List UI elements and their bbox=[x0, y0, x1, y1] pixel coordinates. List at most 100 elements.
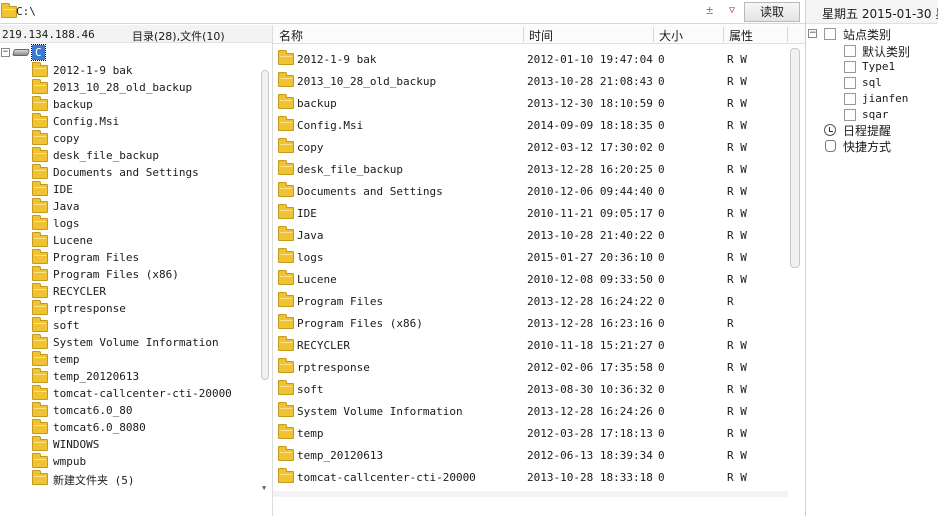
tree-item[interactable]: WINDOWS bbox=[32, 436, 262, 453]
read-button[interactable]: 读取 bbox=[744, 2, 800, 22]
table-row[interactable]: backup 2013-12-30 18:10:59 0 R W bbox=[273, 91, 788, 113]
table-row[interactable]: Lucene 2010-12-08 09:33:50 0 R W bbox=[273, 267, 788, 289]
file-name: soft bbox=[297, 383, 324, 396]
file-time: 2013-12-28 16:24:26 bbox=[527, 405, 653, 418]
site-item-type1[interactable]: Type1 bbox=[862, 60, 895, 73]
folder-icon bbox=[32, 385, 48, 400]
tree-item[interactable]: System Volume Information bbox=[32, 334, 262, 351]
table-row[interactable]: rptresponse 2012-02-06 17:35:58 0 R W bbox=[273, 355, 788, 377]
site-item-sql[interactable]: sql bbox=[862, 76, 882, 89]
table-row[interactable]: soft 2013-08-30 10:36:32 0 R W bbox=[273, 377, 788, 399]
table-row[interactable]: Documents and Settings 2010-12-06 09:44:4… bbox=[273, 179, 788, 201]
tree-item[interactable]: Lucene bbox=[32, 232, 262, 249]
file-name: IDE bbox=[297, 207, 317, 220]
collapse-icon[interactable]: − bbox=[808, 29, 817, 38]
tree-item[interactable]: Program Files bbox=[32, 249, 262, 266]
column-separator[interactable] bbox=[653, 27, 654, 42]
column-header-size[interactable]: 大小 bbox=[659, 27, 683, 44]
file-size: 0 bbox=[658, 229, 665, 242]
site-item-sqar[interactable]: sqar bbox=[862, 108, 889, 121]
table-row[interactable]: desk_file_backup 2013-12-28 16:20:25 0 R W bbox=[273, 157, 788, 179]
tree-item[interactable]: Program Files (x86) bbox=[32, 266, 262, 283]
tree-item[interactable]: 新建文件夹 (5) bbox=[32, 470, 262, 487]
file-time: 2013-12-28 16:23:16 bbox=[527, 317, 653, 330]
tree-item[interactable]: backup bbox=[32, 96, 262, 113]
folder-icon bbox=[278, 226, 294, 241]
site-icon bbox=[844, 77, 856, 89]
column-separator[interactable] bbox=[523, 27, 524, 42]
site-tree: − 站点类别 默认类别 Type1 sql jianfen sqar 日程提醒 … bbox=[806, 25, 938, 516]
tree-item[interactable]: 2013_10_28_old_backup bbox=[32, 79, 262, 96]
column-header-time[interactable]: 时间 bbox=[529, 27, 553, 44]
file-list-scrollbar-thumb[interactable] bbox=[790, 48, 800, 268]
table-row[interactable]: copy 2012-03-12 17:30:02 0 R W bbox=[273, 135, 788, 157]
scroll-down-icon[interactable]: ▼ bbox=[262, 484, 266, 492]
tree-item-label: backup bbox=[53, 98, 93, 111]
tree-item[interactable]: Java bbox=[32, 198, 262, 215]
file-name: backup bbox=[297, 97, 337, 110]
file-time: 2013-08-30 10:36:32 bbox=[527, 383, 653, 396]
table-row[interactable]: RECYCLER 2010-11-18 15:21:27 0 R W bbox=[273, 333, 788, 355]
site-icon bbox=[844, 61, 856, 73]
site-item-default[interactable]: 默认类别 bbox=[862, 43, 910, 60]
tree-item[interactable]: RECYCLER bbox=[32, 283, 262, 300]
shortcut-item[interactable]: 快捷方式 bbox=[843, 138, 891, 155]
file-time: 2013-10-28 21:40:22 bbox=[527, 229, 653, 242]
tree-item[interactable]: logs bbox=[32, 215, 262, 232]
tree-item[interactable]: 2012-1-9 bak bbox=[32, 62, 262, 79]
tree-item-label: copy bbox=[53, 132, 80, 145]
collapse-icon[interactable]: − bbox=[1, 48, 10, 57]
table-row[interactable]: Program Files 2013-12-28 16:24:22 0 R bbox=[273, 289, 788, 311]
site-item-jianfen[interactable]: jianfen bbox=[862, 92, 908, 105]
tree-item[interactable]: rptresponse bbox=[32, 300, 262, 317]
table-row[interactable]: logs 2015-01-27 20:36:10 0 R W bbox=[273, 245, 788, 267]
tree-item[interactable]: temp_20120613 bbox=[32, 368, 262, 385]
table-row[interactable]: 2013_10_28_old_backup 2013-10-28 21:08:43… bbox=[273, 69, 788, 91]
tree-item[interactable]: Config.Msi bbox=[32, 113, 262, 130]
table-row[interactable]: IDE 2010-11-21 09:05:17 0 R W bbox=[273, 201, 788, 223]
file-attr: R W bbox=[727, 119, 747, 132]
column-separator[interactable] bbox=[723, 27, 724, 42]
site-category-label[interactable]: 站点类别 bbox=[843, 26, 891, 43]
folder-icon bbox=[32, 215, 48, 230]
date-display: 星期五 2015-01-30 星 bbox=[822, 7, 938, 21]
tree-item[interactable]: wmpub bbox=[32, 453, 262, 470]
left-scrollbar-thumb[interactable] bbox=[261, 70, 269, 380]
column-header-attr[interactable]: 属性 bbox=[729, 27, 753, 44]
horizontal-scrollbar[interactable] bbox=[273, 491, 788, 497]
table-row[interactable]: temp 2012-03-28 17:18:13 0 R W bbox=[273, 421, 788, 443]
tree-root-drive[interactable]: − C bbox=[0, 44, 272, 61]
tree-item[interactable]: tomcat-callcenter-cti-20000 bbox=[32, 385, 262, 402]
folder-icon bbox=[32, 249, 48, 264]
tree-item[interactable]: desk_file_backup bbox=[32, 147, 262, 164]
table-row[interactable]: System Volume Information 2013-12-28 16:2… bbox=[273, 399, 788, 421]
table-row[interactable]: Config.Msi 2014-09-09 18:18:35 0 R W bbox=[273, 113, 788, 135]
tree-item[interactable]: IDE bbox=[32, 181, 262, 198]
tree-item[interactable]: temp bbox=[32, 351, 262, 368]
table-row[interactable]: 2012-1-9 bak 2012-01-10 19:47:04 0 R W bbox=[273, 47, 788, 69]
tree-item[interactable]: tomcat6.0_80 bbox=[32, 402, 262, 419]
tree-item-label: soft bbox=[53, 319, 80, 332]
table-row[interactable]: temp_20120613 2012-06-13 18:39:34 0 R W bbox=[273, 443, 788, 465]
folder-icon bbox=[32, 334, 48, 349]
tree-item[interactable]: copy bbox=[32, 130, 262, 147]
path-input[interactable]: C:\ bbox=[16, 5, 36, 18]
tree-item[interactable]: Documents and Settings bbox=[32, 164, 262, 181]
column-separator[interactable] bbox=[787, 27, 788, 42]
tree-item[interactable]: soft bbox=[32, 317, 262, 334]
plus-minus-icon[interactable]: ± bbox=[706, 3, 713, 17]
tree-item[interactable]: tomcat6.0_8080 bbox=[32, 419, 262, 436]
schedule-reminder[interactable]: 日程提醒 bbox=[843, 122, 891, 139]
path-dropdown-icon[interactable]: ▽ bbox=[724, 2, 740, 20]
file-name: logs bbox=[297, 251, 324, 264]
column-header-name[interactable]: 名称 bbox=[279, 27, 303, 44]
tree-item-label: Lucene bbox=[53, 234, 93, 247]
table-row[interactable]: Program Files (x86) 2013-12-28 16:23:16 0 R bbox=[273, 311, 788, 333]
folder-icon bbox=[32, 436, 48, 451]
tree-item-label: Config.Msi bbox=[53, 115, 120, 128]
table-row[interactable]: tomcat-callcenter-cti-20000 2013-10-28 18… bbox=[273, 465, 788, 487]
table-row[interactable]: Java 2013-10-28 21:40:22 0 R W bbox=[273, 223, 788, 245]
drive-label[interactable]: C bbox=[31, 44, 46, 61]
folder-icon bbox=[32, 164, 48, 179]
file-size: 0 bbox=[658, 163, 665, 176]
